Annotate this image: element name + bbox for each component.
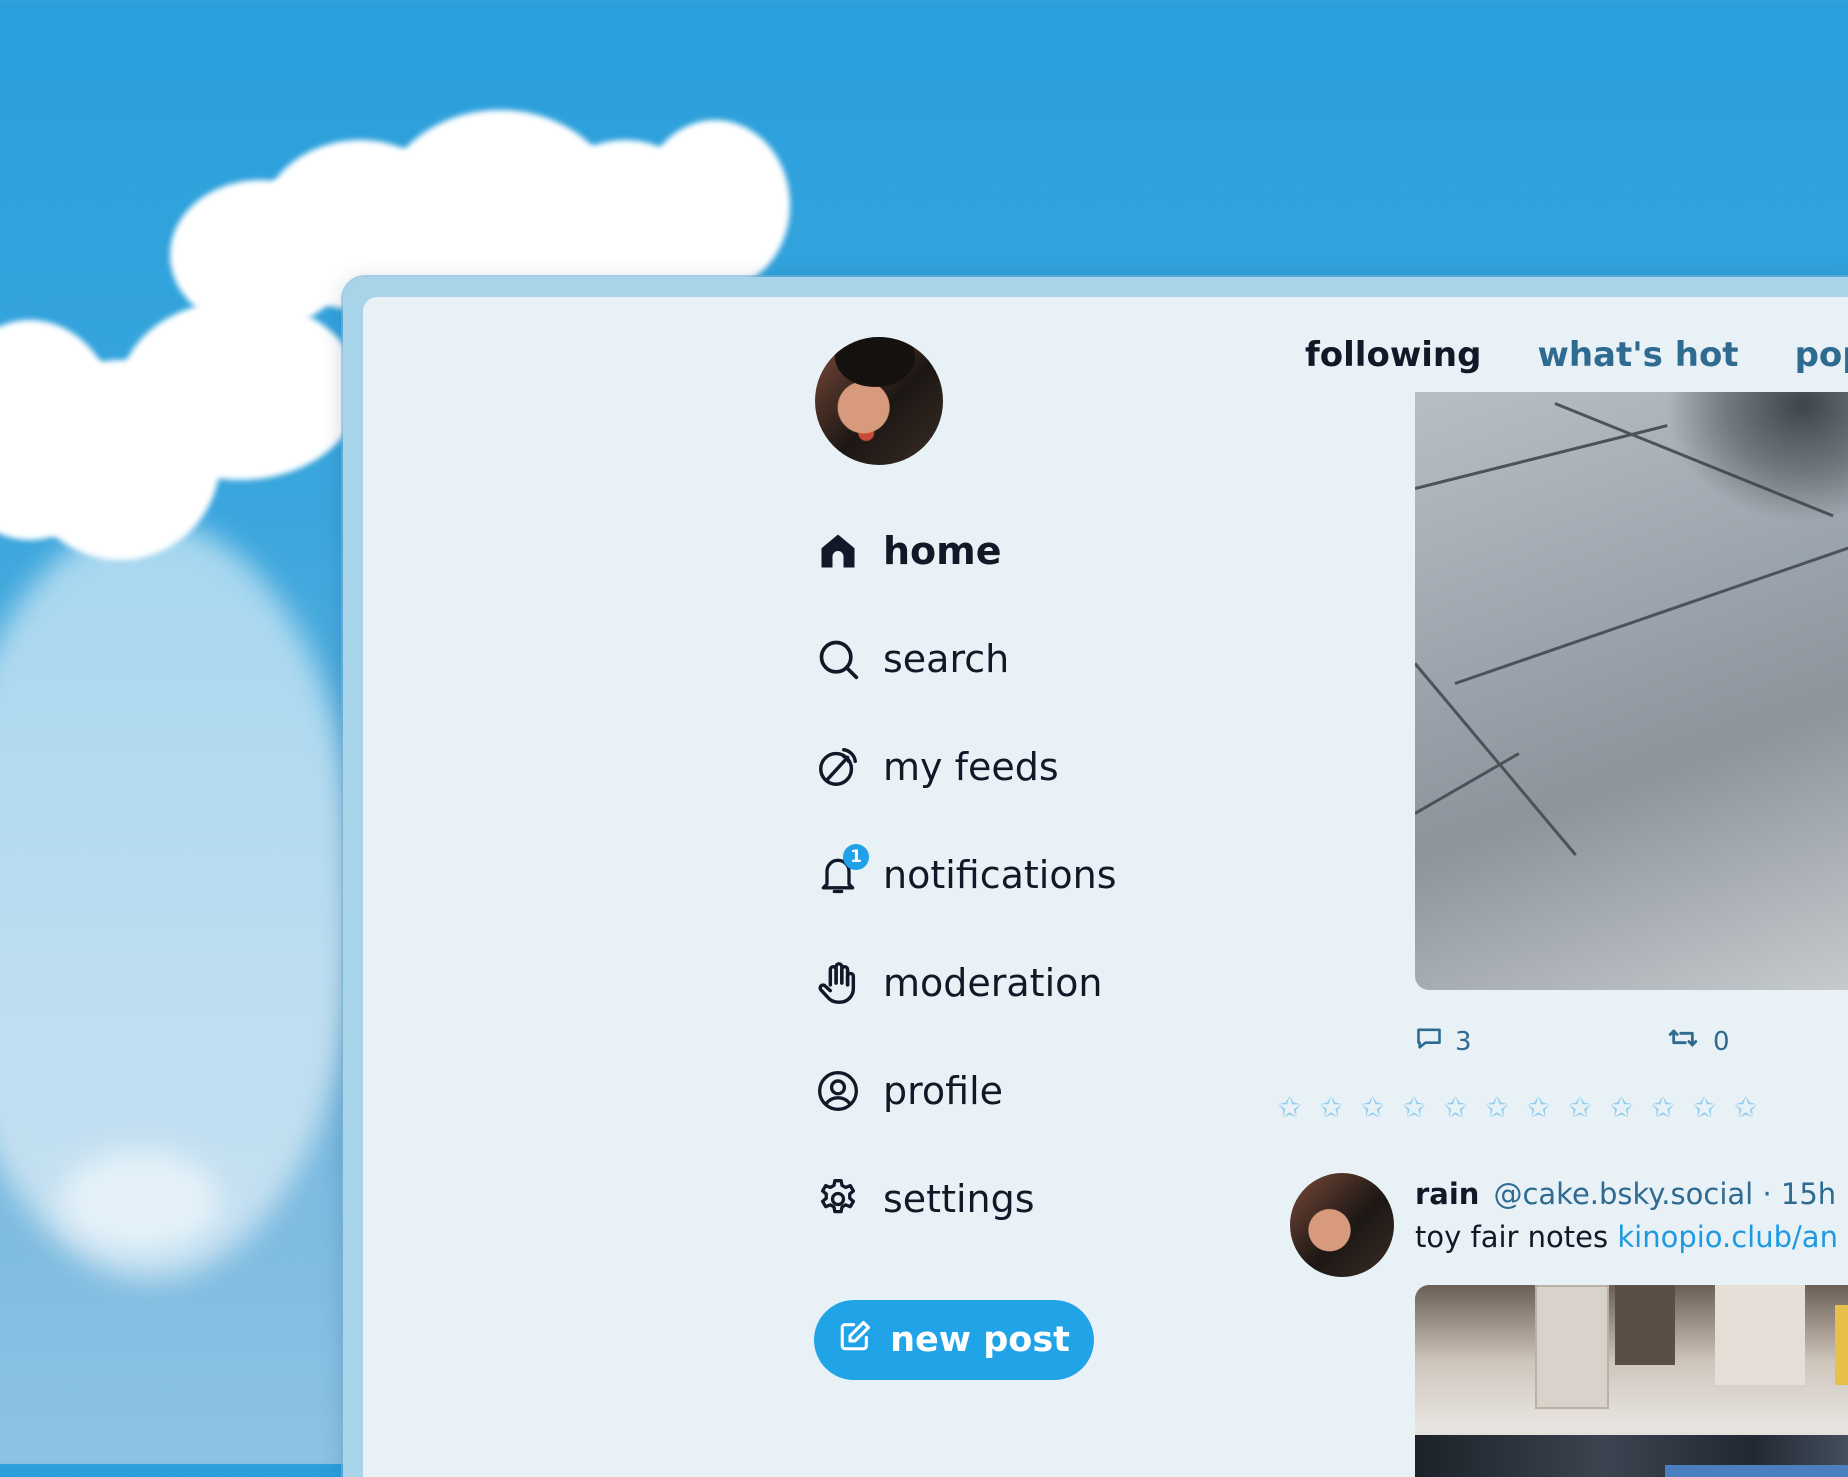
sidebar-item-home[interactable]: home [813,497,1213,605]
sidebar-item-label: search [883,637,1010,681]
post-text: toy fair notes kinopio.club/an [1415,1220,1838,1254]
tab-following[interactable]: following [1305,335,1481,375]
app-window: home search my feeds 1 notifications mod… [343,277,1848,1477]
sidebar-item-label: profile [883,1069,1004,1113]
comment-icon [1415,1024,1443,1059]
sidebar-item-label: my feeds [883,745,1059,789]
sidebar-item-label: home [883,529,1002,573]
star-icon: ✩ [1402,1091,1426,1124]
post-author-avatar[interactable] [1290,1173,1394,1277]
sidebar-item-settings[interactable]: settings [813,1145,1213,1253]
notification-badge: 1 [843,844,869,870]
post-actions: 3 0 [1415,1024,1848,1059]
star-icon: ✩ [1360,1091,1385,1124]
sidebar-item-my-feeds[interactable]: my feeds [813,713,1213,821]
sidebar-item-moderation[interactable]: moderation [813,929,1213,1037]
star-icon: ✩ [1651,1091,1675,1124]
feeds-icon [813,742,863,792]
sidebar-item-profile[interactable]: profile [813,1037,1213,1145]
star-icon: ✩ [1278,1091,1302,1124]
sidebar-item-label: settings [883,1177,1035,1221]
hand-icon [813,958,863,1008]
tab-popular[interactable]: popular [1795,335,1848,375]
sidebar-item-notifications[interactable]: 1 notifications [813,821,1213,929]
star-icon: ✩ [1568,1091,1592,1124]
post-author-name[interactable]: rain [1415,1177,1479,1211]
star-icon: ✩ [1609,1091,1634,1124]
app-content: home search my feeds 1 notifications mod… [363,297,1848,1477]
profile-icon [813,1066,863,1116]
gear-icon [813,1174,863,1224]
sidebar-nav: home search my feeds 1 notifications mod… [813,497,1213,1253]
user-avatar[interactable] [815,337,943,465]
star-icon: ✩ [1734,1091,1758,1124]
post-image[interactable] [1415,1285,1848,1477]
star-icon: ✩ [1485,1091,1509,1124]
post-body: toy fair notes [1415,1220,1609,1254]
post-image[interactable] [1415,392,1848,990]
post-link[interactable]: kinopio.club/an [1617,1220,1838,1254]
new-post-label: new post [890,1320,1070,1360]
search-icon [813,634,863,684]
repost-button[interactable]: 0 [1665,1024,1848,1059]
home-icon [813,526,863,576]
star-icon: ✩ [1526,1091,1551,1124]
star-icon: ✩ [1692,1091,1717,1124]
reply-count: 3 [1455,1026,1472,1057]
sidebar-item-search[interactable]: search [813,605,1213,713]
sidebar-item-label: notifications [883,853,1117,897]
bell-icon: 1 [813,844,869,900]
reply-button[interactable]: 3 [1415,1024,1665,1059]
star-divider: ✩ ✩ ✩ ✩ ✩ ✩ ✩ ✩ ✩ ✩ ✩ ✩ [1278,1094,1758,1122]
post-timestamp[interactable]: 15h [1781,1177,1836,1211]
feed-tabs: following what's hot popular [1305,335,1848,375]
post-author-handle[interactable]: @cake.bsky.social [1493,1177,1753,1211]
repost-count: 0 [1713,1026,1730,1057]
post-header: rain @cake.bsky.social · 15h [1415,1177,1836,1211]
sidebar-item-label: moderation [883,961,1103,1005]
star-icon: ✩ [1443,1091,1468,1124]
tab-whats-hot[interactable]: what's hot [1537,335,1738,375]
repost-icon [1665,1024,1701,1059]
compose-icon [838,1319,872,1362]
post-separator: · [1762,1177,1772,1211]
star-icon: ✩ [1319,1091,1343,1124]
new-post-button[interactable]: new post [814,1300,1094,1380]
